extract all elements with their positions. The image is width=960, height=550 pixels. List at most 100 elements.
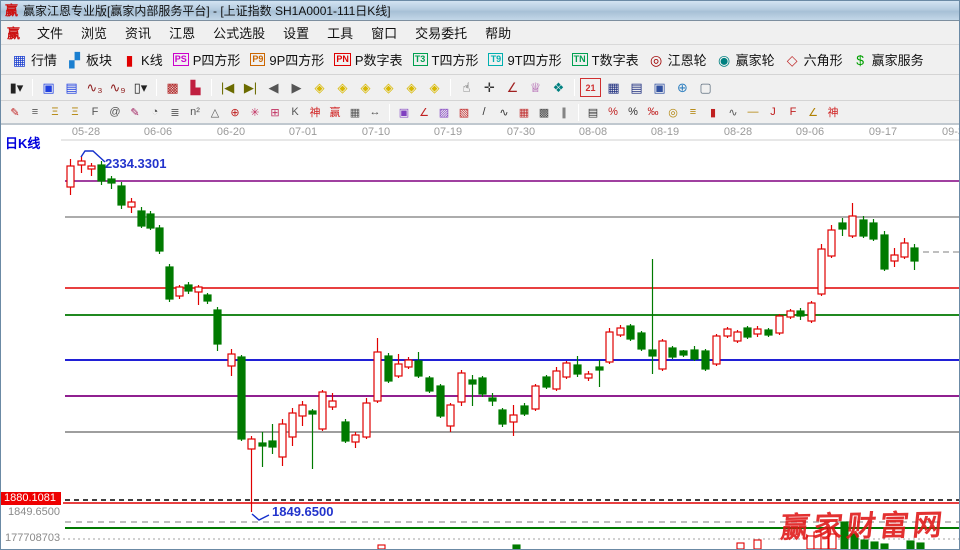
chart-area[interactable]: 05-2806-0606-2007-0107-1007-1907-3008-08… <box>1 125 959 549</box>
menu-item-1[interactable]: 浏览 <box>72 21 116 44</box>
volume-profile-icon[interactable]: ▙ <box>185 78 206 97</box>
order-notes-button[interactable]: ▤ <box>626 78 647 97</box>
gann-diamond-horizontal-button[interactable]: ◈ <box>355 78 376 97</box>
hexagon-button[interactable]: ◇六角形 <box>780 48 848 71</box>
menu-item-2[interactable]: 资讯 <box>116 21 160 44</box>
price-grid-2-button[interactable]: ▩ <box>535 104 553 120</box>
first-page-button[interactable]: |◀ <box>217 78 238 97</box>
kline-button[interactable]: ▮K线 <box>117 48 168 71</box>
calendar-21-button[interactable]: 21 <box>580 78 601 97</box>
minute-3-icon[interactable]: ∿₃ <box>84 78 105 97</box>
remote-pc-button[interactable]: ▢ <box>695 78 716 97</box>
gold-line-button[interactable]: ― <box>744 104 762 120</box>
indicator-window-icon[interactable]: ▣ <box>38 78 59 97</box>
candle-edit-button[interactable]: ▮ <box>704 104 722 120</box>
p-number-table-button[interactable]: PNP数字表 <box>329 48 407 71</box>
title-bar[interactable]: 赢 赢家江恩专业版[赢家内部服务平台] - [上证指数 SH1A0001-111… <box>1 1 959 21</box>
trend-line-button[interactable]: / <box>475 104 493 120</box>
fib-ruler-button[interactable]: F <box>86 104 104 120</box>
ninep-square-button[interactable]: P99P四方形 <box>245 48 329 71</box>
angle-tool-button[interactable]: △ <box>206 104 224 120</box>
gold-section-button[interactable]: Ξ <box>46 104 64 120</box>
spiral-button[interactable]: @ <box>106 104 124 120</box>
star-grid-button[interactable]: ✳ <box>246 104 264 120</box>
draw-brush-button[interactable]: ✎ <box>126 104 144 120</box>
t-number-table-button[interactable]: TNT数字表 <box>567 48 644 71</box>
kline-style-dropdown[interactable]: ▮▾ <box>6 78 27 97</box>
winner-service-button[interactable]: $赢家服务 <box>848 48 929 71</box>
t-square-button[interactable]: T3T四方形 <box>408 48 484 71</box>
candle-body <box>479 378 486 394</box>
gann-diamond-left-button[interactable]: ◈ <box>309 78 330 97</box>
j-angle-button[interactable]: J <box>764 104 782 120</box>
ninet-square-button[interactable]: T99T四方形 <box>483 48 566 71</box>
menu-item-6[interactable]: 工具 <box>318 21 362 44</box>
grid-123-button[interactable]: ▦ <box>346 104 364 120</box>
menu-item-5[interactable]: 设置 <box>274 21 318 44</box>
gann-crown-button[interactable]: ♕ <box>525 78 546 97</box>
percent-levels-button[interactable]: ‰ <box>644 104 662 120</box>
candle-body <box>532 386 539 409</box>
last-page-button[interactable]: ▶| <box>240 78 261 97</box>
info-f10-icon[interactable]: ▤ <box>61 78 82 97</box>
price-grid-button[interactable]: ▦ <box>515 104 533 120</box>
time-cycle-button[interactable]: ◔ <box>146 104 164 120</box>
gold-section-2-button[interactable]: Ξ <box>66 104 84 120</box>
candle-body <box>659 341 666 369</box>
shen-angle-button[interactable]: 神 <box>824 104 842 120</box>
minute-9-icon[interactable]: ∿₉ <box>107 78 128 97</box>
drag-hand-button[interactable]: ☝ <box>456 78 477 97</box>
shen-tool-button[interactable]: 神 <box>306 104 324 120</box>
menu-item-0[interactable]: 文件 <box>28 21 72 44</box>
circle-target-button[interactable]: ⊕ <box>226 104 244 120</box>
gann-box-button[interactable]: ▣ <box>395 104 413 120</box>
ying-tool-button[interactable]: 赢 <box>326 104 344 120</box>
p-square-button[interactable]: PSP四方形 <box>168 48 246 71</box>
winner-wheel-button[interactable]: ◉赢家轮 <box>712 48 780 71</box>
f-angle-button[interactable]: F <box>784 104 802 120</box>
n-square-button[interactable]: n² <box>186 104 204 120</box>
percent-slope-button[interactable]: % <box>604 104 622 120</box>
width-measure-button[interactable]: ↔ <box>366 104 384 120</box>
gold-levels-button[interactable]: ≡ <box>684 104 702 120</box>
save-button[interactable]: ▣ <box>649 78 670 97</box>
fan-lines-button[interactable]: ▧ <box>455 104 473 120</box>
square-grid-button[interactable]: ⊞ <box>266 104 284 120</box>
stats-chart-button[interactable]: ▤ <box>584 104 602 120</box>
sectors-button[interactable]: ▞板块 <box>62 48 117 71</box>
red-pattern-icon[interactable]: ▩ <box>162 78 183 97</box>
crosshair-button[interactable]: ✛ <box>479 78 500 97</box>
gann-diamond-star-button[interactable]: ◈ <box>424 78 445 97</box>
angle-measure-button[interactable]: ∠ <box>502 78 523 97</box>
menu-item-9[interactable]: 帮助 <box>476 21 520 44</box>
percent-button[interactable]: % <box>624 104 642 120</box>
menu-item-8[interactable]: 交易委托 <box>406 21 476 44</box>
candle-body <box>617 328 624 335</box>
menu-item-7[interactable]: 窗口 <box>362 21 406 44</box>
net-share-button[interactable]: ⊕ <box>672 78 693 97</box>
k-quote-button[interactable]: K <box>286 104 304 120</box>
gann-diamond-cross-button[interactable]: ◈ <box>378 78 399 97</box>
menu-item-3[interactable]: 江恩 <box>160 21 204 44</box>
ruler-2-button[interactable]: ≣ <box>166 104 184 120</box>
menu-item-4[interactable]: 公式选股 <box>204 21 274 44</box>
gann-diamond-right-button[interactable]: ◈ <box>332 78 353 97</box>
kline-merge-dropdown[interactable]: ▯▾ <box>130 78 151 97</box>
next-page-button[interactable]: ▶ <box>286 78 307 97</box>
gann-fan-grid-button[interactable]: ▨ <box>435 104 453 120</box>
gold-circle-button[interactable]: ◎ <box>664 104 682 120</box>
scale-ruler-button[interactable]: ≡ <box>26 104 44 120</box>
gann-diamond-plus-button[interactable]: ◈ <box>401 78 422 97</box>
pattern-search-button[interactable]: ❖ <box>548 78 569 97</box>
parallel-lines-button[interactable]: ∥ <box>555 104 573 120</box>
wave-tool-button[interactable]: ∿ <box>724 104 742 120</box>
zigzag-button[interactable]: ∿ <box>495 104 513 120</box>
prev-page-button[interactable]: ◀ <box>263 78 284 97</box>
date-tick-label: 07-30 <box>507 126 535 138</box>
quotes-button[interactable]: ▦行情 <box>7 48 62 71</box>
gold-angle-button[interactable]: ∠ <box>804 104 822 120</box>
calculator-button[interactable]: ▦ <box>603 78 624 97</box>
gann-wheel-button[interactable]: ◎江恩轮 <box>644 48 712 71</box>
gann-fan-button[interactable]: ∠ <box>415 104 433 120</box>
draw-pencil-button[interactable]: ✎ <box>6 104 24 120</box>
